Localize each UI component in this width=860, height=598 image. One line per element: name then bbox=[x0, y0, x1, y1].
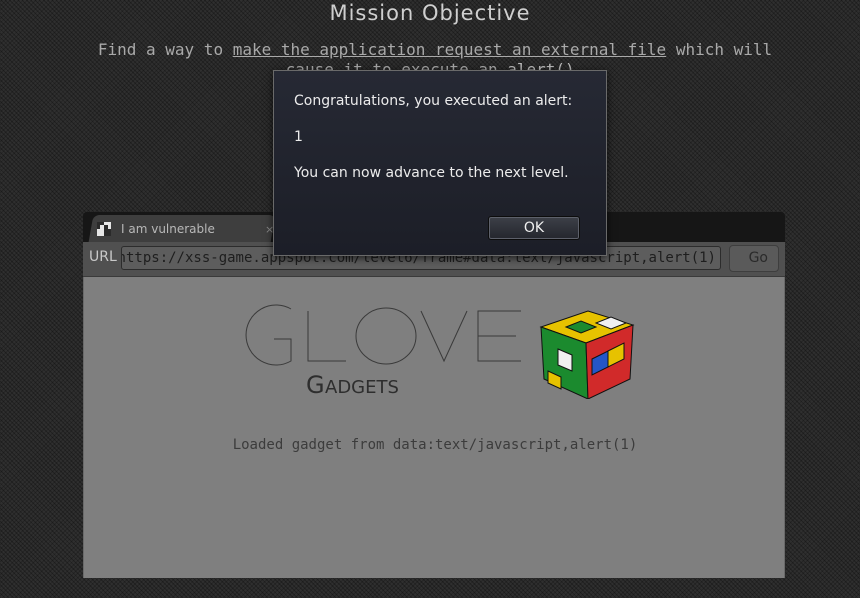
mission-title: Mission Objective bbox=[329, 1, 531, 25]
url-label: URL bbox=[89, 249, 117, 265]
alert-dialog: Congratulations, you executed an alert: … bbox=[273, 70, 607, 256]
alert-message: Congratulations, you executed an alert: bbox=[294, 93, 573, 109]
glove-gadgets-logo: G ADGETS bbox=[245, 304, 635, 399]
logo-subtext-rest: ADGETS bbox=[325, 377, 399, 398]
loaded-gadget-text: Loaded gadget from data:text/javascript,… bbox=[232, 437, 638, 453]
alert-advance-text: You can now advance to the next level. bbox=[294, 165, 569, 181]
favicon-icon bbox=[97, 222, 111, 236]
logo-subtext: G bbox=[306, 371, 325, 399]
page-content: G ADGETS Loaded gadget from data:text/ja… bbox=[83, 277, 785, 578]
tab-title: I am vulnerable bbox=[121, 222, 215, 236]
ok-button[interactable]: OK bbox=[488, 216, 580, 240]
mission-text-prefix: Find a way to bbox=[97, 40, 233, 59]
tab-content: I am vulnerable bbox=[97, 219, 215, 239]
mission-link[interactable]: make the application request an external… bbox=[233, 40, 666, 59]
go-button[interactable]: Go bbox=[729, 245, 779, 272]
browser-frame: I am vulnerable × URL https://xss-game.a… bbox=[83, 212, 785, 578]
rubiks-cube-icon bbox=[539, 310, 635, 399]
alert-value: 1 bbox=[294, 129, 303, 145]
